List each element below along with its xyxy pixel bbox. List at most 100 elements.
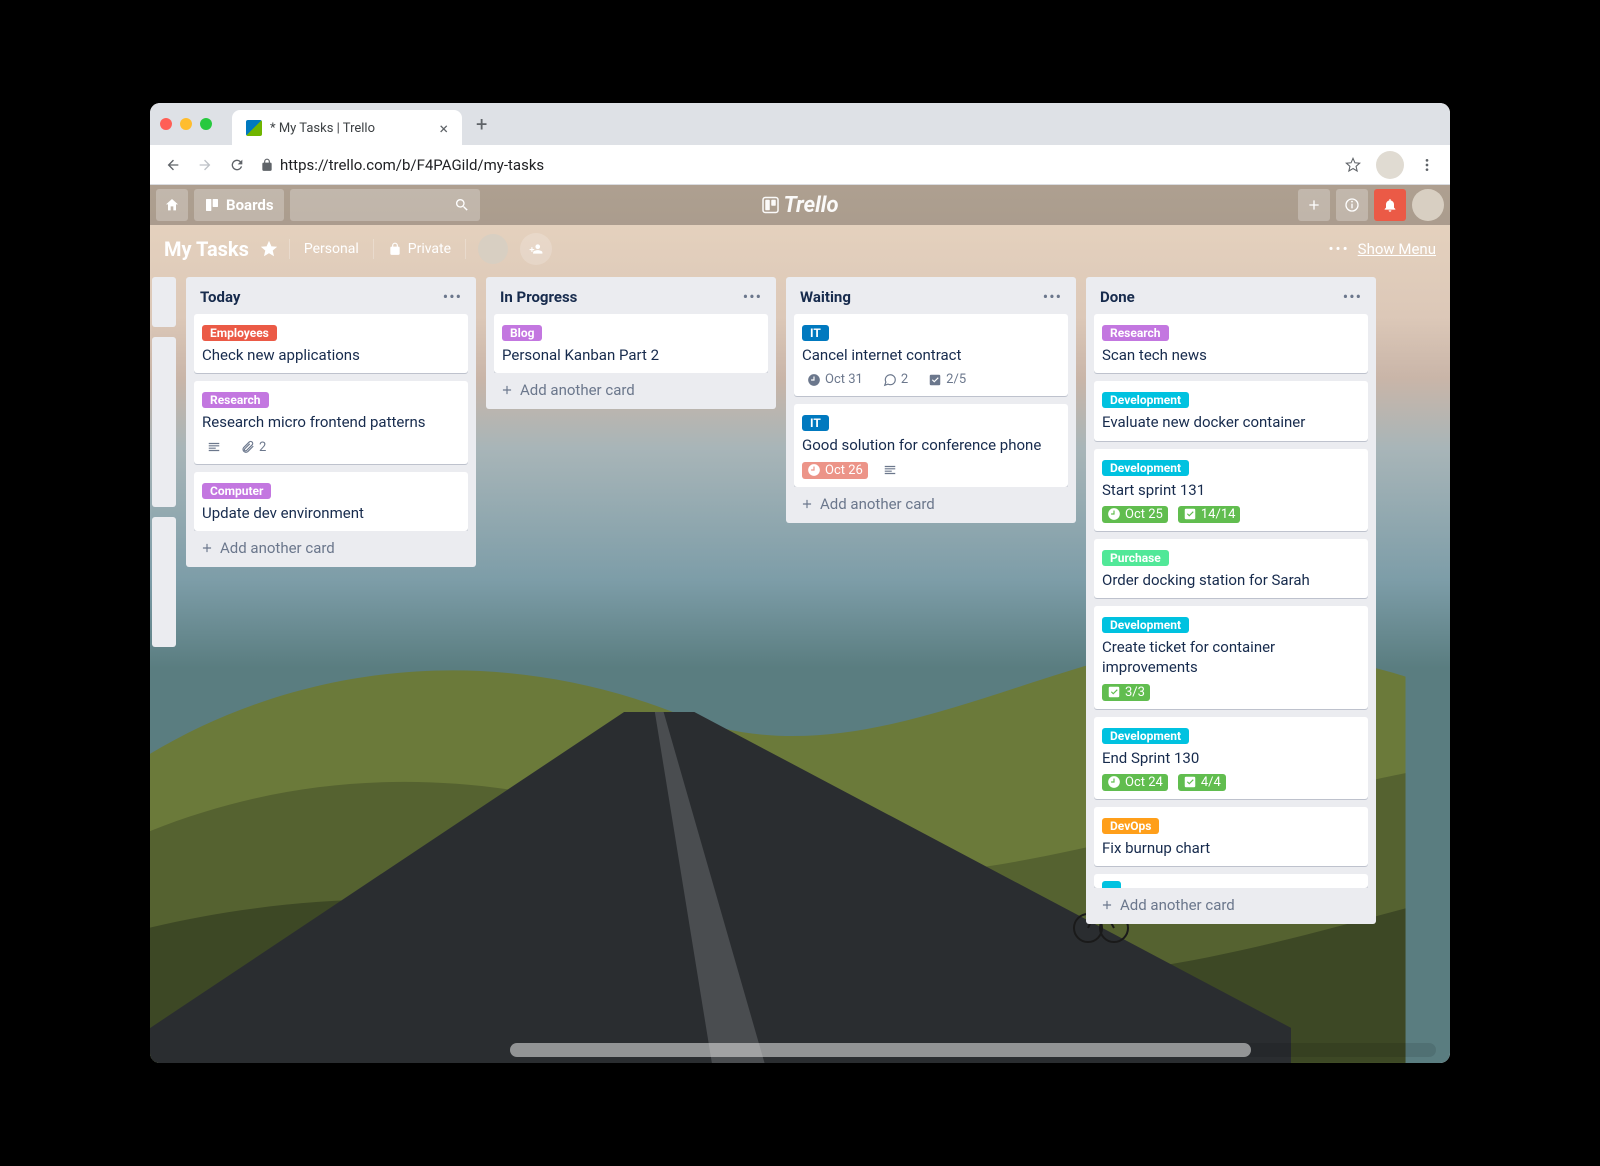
card[interactable]: DevOps Fix burnup chart: [1094, 807, 1368, 866]
card[interactable]: [1094, 874, 1368, 888]
card[interactable]: ITCancel internet contract Oct 31 2 2/5: [794, 314, 1068, 396]
due-badge: Oct 24: [1102, 774, 1168, 791]
checklist-badge: 4/4: [1178, 774, 1226, 791]
card-title: Order docking station for Sarah: [1102, 570, 1360, 590]
card-badges: Oct 31 2 2/5: [802, 371, 1060, 388]
due-badge: Oct 26: [802, 462, 868, 479]
browser-tab[interactable]: * My Tasks | Trello ×: [232, 110, 462, 146]
info-button[interactable]: [1336, 189, 1368, 221]
card[interactable]: DevelopmentEnd Sprint 130 Oct 24 4/4: [1094, 717, 1368, 799]
user-avatar[interactable]: [1412, 189, 1444, 221]
card-label: Computer: [202, 483, 271, 499]
card-title: Good solution for conference phone: [802, 435, 1060, 455]
browser-menu-button[interactable]: [1418, 157, 1436, 173]
workspace-button[interactable]: Personal: [302, 237, 361, 261]
member-avatar[interactable]: [478, 234, 508, 264]
card[interactable]: IT Good solution for conference phone Oct…: [794, 404, 1068, 486]
card-badges: 2: [202, 439, 460, 456]
list-title[interactable]: Today: [200, 288, 240, 306]
list-title[interactable]: Done: [1100, 288, 1135, 306]
url-text: https://trello.com/b/F4PAGild/my-tasks: [280, 156, 544, 174]
card-badges: Oct 24 4/4: [1102, 774, 1360, 791]
show-menu-button[interactable]: ••• Show Menu: [1328, 240, 1436, 258]
list-menu-button[interactable]: •••: [1343, 287, 1362, 306]
card-label: IT: [802, 415, 829, 431]
card-label: Research: [1102, 325, 1169, 341]
url-bar[interactable]: https://trello.com/b/F4PAGild/my-tasks: [260, 156, 1330, 174]
close-tab-button[interactable]: ×: [439, 119, 448, 138]
list-menu-button[interactable]: •••: [1043, 287, 1062, 306]
add-card-button[interactable]: Add another card: [494, 373, 768, 401]
scrollbar-thumb[interactable]: [510, 1043, 1251, 1057]
attachment-badge: 2: [236, 439, 271, 456]
new-tab-button[interactable]: +: [470, 112, 493, 136]
card-label: [1102, 881, 1121, 888]
description-icon: [878, 462, 902, 478]
tab-title: * My Tasks | Trello: [270, 121, 375, 136]
close-window-button[interactable]: [160, 118, 172, 130]
list-menu-button[interactable]: •••: [443, 287, 462, 306]
list: Waiting ••• ITCancel internet contract Oct…: [786, 277, 1076, 523]
back-button[interactable]: [164, 157, 182, 173]
trello-topbar: Boards Trello: [150, 185, 1450, 225]
browser-tabbar: * My Tasks | Trello × +: [150, 103, 1450, 145]
card-title: Start sprint 131: [1102, 480, 1360, 500]
card[interactable]: Research Scan tech news: [1094, 314, 1368, 373]
card-title: Create ticket for container improvements: [1102, 637, 1360, 678]
trello-logo[interactable]: Trello: [762, 193, 839, 218]
card[interactable]: BlogPersonal Kanban Part 2: [494, 314, 768, 373]
card-label: Development: [1102, 392, 1189, 408]
card[interactable]: DevelopmentStart sprint 131 Oct 25 14/14: [1094, 449, 1368, 531]
board-header: My Tasks Personal Private ••• Show Menu: [150, 225, 1450, 273]
window-controls: [160, 118, 212, 130]
bookmark-button[interactable]: [1344, 157, 1362, 173]
forward-button[interactable]: [196, 157, 214, 173]
favicon-icon: [246, 120, 262, 136]
reload-button[interactable]: [228, 157, 246, 173]
minimize-window-button[interactable]: [180, 118, 192, 130]
card[interactable]: Development Evaluate new docker container: [1094, 381, 1368, 440]
board-canvas[interactable]: Today ••• EmployeesCheck new applications R…: [150, 273, 1450, 1063]
list-stub[interactable]: [152, 337, 176, 507]
boards-button[interactable]: Boards: [194, 189, 284, 221]
board-title[interactable]: My Tasks: [164, 237, 249, 261]
card-title: Update dev environment: [202, 503, 460, 523]
card[interactable]: EmployeesCheck new applications: [194, 314, 468, 373]
card-badges: 3/3: [1102, 684, 1360, 701]
add-card-button[interactable]: Add another card: [1094, 888, 1368, 916]
trello-logo-icon: [762, 196, 780, 214]
card-label: DevOps: [1102, 818, 1159, 834]
list-stub[interactable]: [152, 517, 176, 647]
lock-icon: [388, 242, 402, 256]
maximize-window-button[interactable]: [200, 118, 212, 130]
card-title: Research micro frontend patterns: [202, 412, 460, 432]
card[interactable]: ResearchResearch micro frontend patterns…: [194, 381, 468, 463]
list-title[interactable]: In Progress: [500, 288, 577, 306]
boards-label: Boards: [226, 196, 274, 214]
horizontal-scrollbar[interactable]: [510, 1043, 1436, 1057]
browser-profile-avatar[interactable]: [1376, 151, 1404, 179]
card-title: End Sprint 130: [1102, 748, 1360, 768]
search-input[interactable]: [290, 189, 480, 221]
notifications-button[interactable]: [1374, 189, 1406, 221]
card[interactable]: PurchaseOrder docking station for Sarah: [1094, 539, 1368, 598]
star-board-button[interactable]: [261, 241, 277, 257]
card-label: Employees: [202, 325, 277, 341]
card-title: Fix burnup chart: [1102, 838, 1360, 858]
card-title: Scan tech news: [1102, 345, 1360, 365]
comments-badge: 2: [878, 371, 913, 388]
create-button[interactable]: [1298, 189, 1330, 221]
card-label: IT: [802, 325, 829, 341]
add-card-button[interactable]: Add another card: [794, 487, 1068, 515]
card[interactable]: DevelopmentCreate ticket for container i…: [1094, 606, 1368, 709]
list-stub[interactable]: [152, 277, 176, 327]
card-title: Evaluate new docker container: [1102, 412, 1360, 432]
add-card-button[interactable]: Add another card: [194, 531, 468, 559]
card[interactable]: Computer Update dev environment: [194, 472, 468, 531]
invite-button[interactable]: [520, 233, 552, 265]
list-menu-button[interactable]: •••: [743, 287, 762, 306]
visibility-button[interactable]: Private: [386, 237, 453, 261]
home-button[interactable]: [156, 189, 188, 221]
trello-app: Boards Trello: [150, 185, 1450, 1063]
list-title[interactable]: Waiting: [800, 288, 851, 306]
